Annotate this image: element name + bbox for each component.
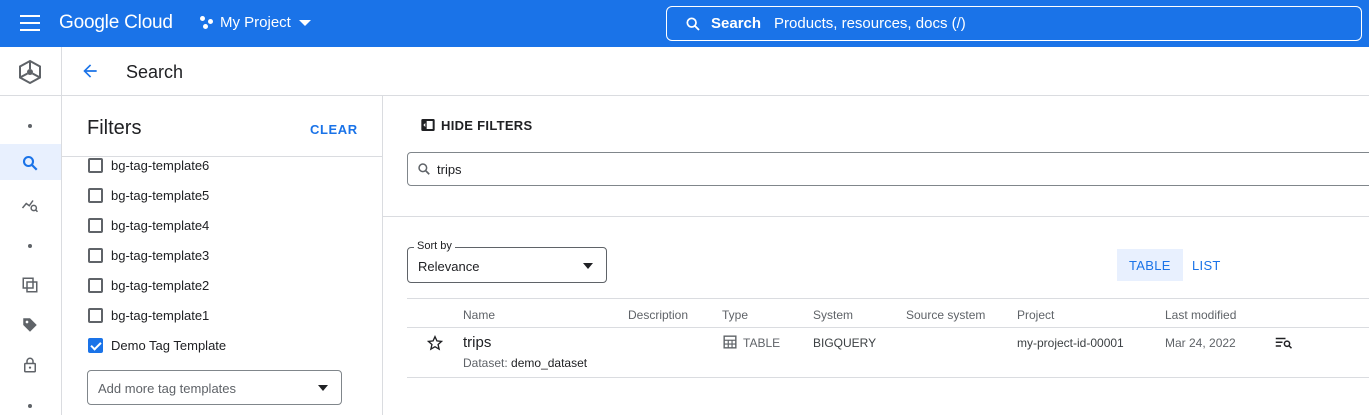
filter-checkbox-row[interactable]: bg-tag-template3 <box>88 245 209 265</box>
left-nav-rail <box>0 96 62 415</box>
search-icon[interactable] <box>21 154 39 172</box>
global-search-placeholder: Products, resources, docs (/) <box>774 15 966 32</box>
dropdown-arrow-icon <box>583 263 593 269</box>
checkbox-checked[interactable] <box>88 337 103 353</box>
filter-label: bg-tag-template1 <box>111 307 210 323</box>
filter-checkbox-row[interactable]: bg-tag-template6 <box>88 155 209 175</box>
result-system: BIGQUERY <box>813 336 877 350</box>
result-dataset-value: demo_dataset <box>511 356 588 370</box>
filter-checkbox-row[interactable]: bg-tag-template2 <box>88 275 209 295</box>
col-project[interactable]: Project <box>1017 308 1054 322</box>
top-app-bar: Google Cloud My Project Search Products,… <box>0 0 1369 47</box>
filter-label: bg-tag-template6 <box>111 157 210 173</box>
filter-checkbox-row[interactable]: Demo Tag Template <box>88 335 226 355</box>
copy-icon[interactable] <box>21 276 39 294</box>
global-search-label: Search <box>711 15 762 32</box>
project-name: My Project <box>220 14 291 31</box>
brand-logo[interactable]: Google Cloud <box>59 12 173 34</box>
filter-label: bg-tag-template5 <box>111 187 210 203</box>
checkbox[interactable] <box>88 277 103 293</box>
result-dataset: Dataset: demo_dataset <box>463 356 587 370</box>
results-table-header: Name Description Type System Source syst… <box>407 298 1369 328</box>
add-tag-templates-placeholder: Add more tag templates <box>98 381 237 396</box>
clear-filters-button[interactable]: CLEAR <box>310 122 358 137</box>
nav-dot <box>28 244 32 248</box>
view-list-button[interactable]: LIST <box>1180 249 1233 281</box>
result-last-modified: Mar 24, 2022 <box>1165 336 1236 350</box>
search-icon <box>686 16 700 31</box>
filters-header: Filters CLEAR <box>62 96 382 157</box>
nav-dot <box>28 124 32 128</box>
hide-panel-icon <box>421 119 435 131</box>
col-type[interactable]: Type <box>722 308 748 322</box>
filter-checkbox-row[interactable]: bg-tag-template4 <box>88 215 209 235</box>
sort-by-label: Sort by <box>414 240 455 252</box>
project-picker[interactable]: My Project <box>200 14 311 31</box>
table-row[interactable]: trips Dataset: demo_dataset TABLE BIGQUE… <box>407 328 1369 378</box>
checkbox[interactable] <box>88 307 103 323</box>
sort-by-select[interactable]: Sort by Relevance <box>407 240 607 283</box>
view-table-button[interactable]: TABLE <box>1117 249 1183 281</box>
col-source-system[interactable]: Source system <box>906 308 985 322</box>
result-dataset-label: Dataset: <box>463 356 508 370</box>
checkbox[interactable] <box>88 217 103 233</box>
hide-filters-label: HIDE FILTERS <box>441 117 533 133</box>
filter-checkbox-row[interactable]: bg-tag-template1 <box>88 305 209 325</box>
tag-icon[interactable] <box>21 316 39 334</box>
search-icon <box>418 163 430 175</box>
dropdown-arrow-icon <box>318 385 328 391</box>
nav-dot <box>28 404 32 408</box>
filter-label: bg-tag-template3 <box>111 247 210 263</box>
result-name-link[interactable]: trips <box>463 334 491 351</box>
menu-icon[interactable] <box>20 15 40 31</box>
checkbox[interactable] <box>88 157 103 173</box>
project-dots-icon <box>200 15 214 30</box>
query-input[interactable]: trips <box>407 152 1369 186</box>
hide-filters-button[interactable]: HIDE FILTERS <box>420 117 532 133</box>
col-last-modified[interactable]: Last modified <box>1165 308 1236 322</box>
filters-title: Filters <box>87 117 142 139</box>
chevron-down-icon <box>298 19 311 26</box>
query-value: trips <box>437 161 462 177</box>
result-project: my-project-id-00001 <box>1017 336 1124 350</box>
star-icon[interactable] <box>427 335 443 351</box>
search-details-icon[interactable] <box>1275 336 1293 350</box>
table-grid-icon <box>723 335 737 349</box>
header-divider <box>61 47 62 96</box>
result-type: TABLE <box>743 336 781 350</box>
add-tag-templates-select[interactable]: Add more tag templates <box>87 370 342 405</box>
filter-checkbox-row[interactable]: bg-tag-template5 <box>88 185 209 205</box>
divider <box>383 216 1369 217</box>
page-header: Search <box>0 47 1369 96</box>
sort-by-value: Relevance <box>418 259 480 274</box>
insights-icon[interactable] <box>21 196 39 214</box>
filter-label: Demo Tag Template <box>111 337 227 353</box>
checkbox[interactable] <box>88 187 103 203</box>
filters-panel: Filters CLEAR bg-tag-template6 bg-tag-te… <box>62 96 383 415</box>
col-description[interactable]: Description <box>628 308 688 322</box>
filter-label: bg-tag-template2 <box>111 277 210 293</box>
page-title: Search <box>126 62 184 82</box>
col-system[interactable]: System <box>813 308 853 322</box>
search-results-main: HIDE FILTERS trips Sort by Relevance TAB… <box>383 96 1369 415</box>
filter-label: bg-tag-template4 <box>111 217 210 233</box>
global-search-input[interactable]: Search Products, resources, docs (/) <box>666 6 1362 41</box>
col-name[interactable]: Name <box>463 308 495 322</box>
back-arrow-icon[interactable] <box>80 61 100 81</box>
dataplex-icon[interactable] <box>17 59 43 85</box>
lock-icon[interactable] <box>21 356 39 374</box>
checkbox[interactable] <box>88 247 103 263</box>
